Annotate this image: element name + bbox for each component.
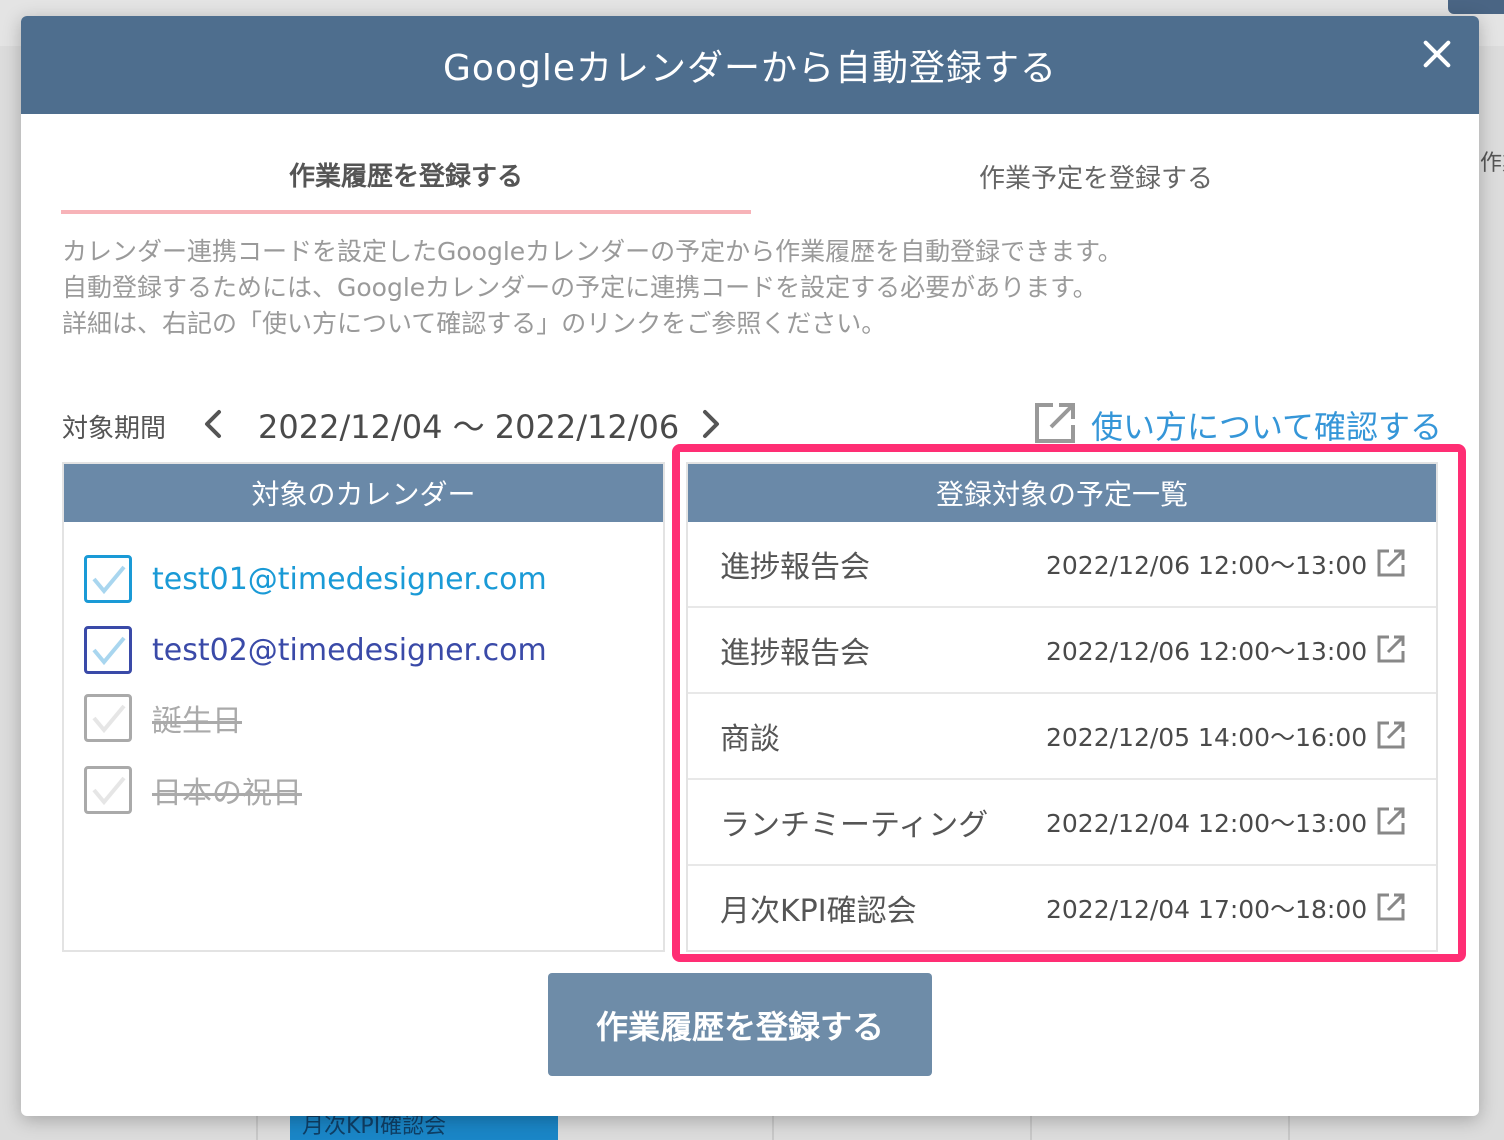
calendar-checkbox[interactable] [84, 694, 132, 742]
check-icon [92, 704, 126, 734]
help-link[interactable]: 使い方について確認する [1033, 400, 1442, 450]
close-icon[interactable] [1417, 34, 1457, 74]
event-name: 進捗報告会 [720, 636, 870, 671]
event-time: 2022/12/04 12:00〜13:00 [1046, 809, 1368, 838]
background-side-text: 作業 [1480, 151, 1504, 176]
description-line: カレンダー連携コードを設定したGoogleカレンダーの予定から作業履歴を自動登録… [62, 237, 1123, 266]
event-name: 月次KPI確認会 [720, 894, 917, 929]
period-range: 2022/12/04 〜 2022/12/06 [258, 408, 680, 446]
events-panel-header: 登録対象の予定一覧 [688, 464, 1436, 522]
description: カレンダー連携コードを設定したGoogleカレンダーの予定から作業履歴を自動登録… [62, 234, 1442, 342]
description-line: 詳細は、右記の「使い方について確認する」のリンクをご参照ください。 [62, 309, 887, 338]
external-link-icon[interactable] [1376, 892, 1406, 922]
calendar-panel: 対象のカレンダー test01@timedesigner.com test02@… [62, 462, 665, 952]
tab-register-schedule[interactable]: 作業予定を登録する [751, 146, 1441, 214]
period-label: 対象期間 [62, 414, 167, 444]
calendar-checkbox[interactable] [84, 626, 132, 674]
external-link-icon[interactable] [1376, 634, 1406, 664]
chevron-left-icon[interactable] [196, 406, 232, 442]
calendar-item[interactable]: test02@timedesigner.com [84, 625, 547, 675]
tab-register-history[interactable]: 作業履歴を登録する [61, 146, 751, 214]
calendar-label: 誕生日 [152, 704, 242, 739]
calendar-item[interactable]: test01@timedesigner.com [84, 554, 547, 604]
tab-bar: 作業履歴を登録する 作業予定を登録する [61, 146, 1441, 216]
event-row: 進捗報告会 2022/12/06 12:00〜13:00 [688, 522, 1436, 608]
chevron-right-icon[interactable] [692, 406, 728, 442]
external-link-icon[interactable] [1376, 806, 1406, 836]
event-time: 2022/12/04 17:00〜18:00 [1046, 895, 1368, 924]
calendar-checkbox[interactable] [84, 555, 132, 603]
event-row: 商談 2022/12/05 14:00〜16:00 [688, 694, 1436, 780]
event-name: 商談 [720, 722, 780, 757]
events-panel: 登録対象の予定一覧 進捗報告会 2022/12/06 12:00〜13:00 進… [686, 462, 1438, 952]
event-row: ランチミーティング 2022/12/04 12:00〜13:00 [688, 780, 1436, 866]
event-name: 進捗報告会 [720, 550, 870, 585]
external-link-icon[interactable] [1376, 548, 1406, 578]
calendar-item[interactable]: 誕生日 [84, 693, 242, 743]
auto-register-modal: Googleカレンダーから自動登録する 作業履歴を登録する 作業予定を登録する … [21, 16, 1479, 1116]
calendar-label: test02@timedesigner.com [152, 632, 547, 668]
calendar-label: 日本の祝日 [152, 776, 302, 811]
event-name: ランチミーティング [720, 808, 989, 843]
help-link-label: 使い方について確認する [1090, 408, 1442, 446]
check-icon [92, 565, 126, 595]
external-link-icon[interactable] [1376, 720, 1406, 750]
period-row: 対象期間 2022/12/04 〜 2022/12/06 使い方について確認する [62, 400, 1442, 450]
event-time: 2022/12/05 14:00〜16:00 [1046, 723, 1368, 752]
external-link-icon [1033, 401, 1077, 449]
register-history-button[interactable]: 作業履歴を登録する [548, 973, 932, 1076]
check-icon [92, 776, 126, 806]
check-icon [92, 636, 126, 666]
event-row: 月次KPI確認会 2022/12/04 17:00〜18:00 [688, 866, 1436, 950]
event-time: 2022/12/06 12:00〜13:00 [1046, 551, 1368, 580]
event-row: 進捗報告会 2022/12/06 12:00〜13:00 [688, 608, 1436, 694]
modal-header: Googleカレンダーから自動登録する [21, 16, 1479, 114]
calendar-item[interactable]: 日本の祝日 [84, 765, 302, 815]
calendar-panel-header: 対象のカレンダー [64, 464, 663, 522]
calendar-checkbox[interactable] [84, 766, 132, 814]
event-time: 2022/12/06 12:00〜13:00 [1046, 637, 1368, 666]
calendar-label: test01@timedesigner.com [152, 561, 547, 597]
background-top-button [1448, 0, 1504, 14]
modal-title: Googleカレンダーから自動登録する [443, 48, 1057, 89]
description-line: 自動登録するためには、Googleカレンダーの予定に連携コードを設定する必要があ… [62, 273, 1098, 302]
